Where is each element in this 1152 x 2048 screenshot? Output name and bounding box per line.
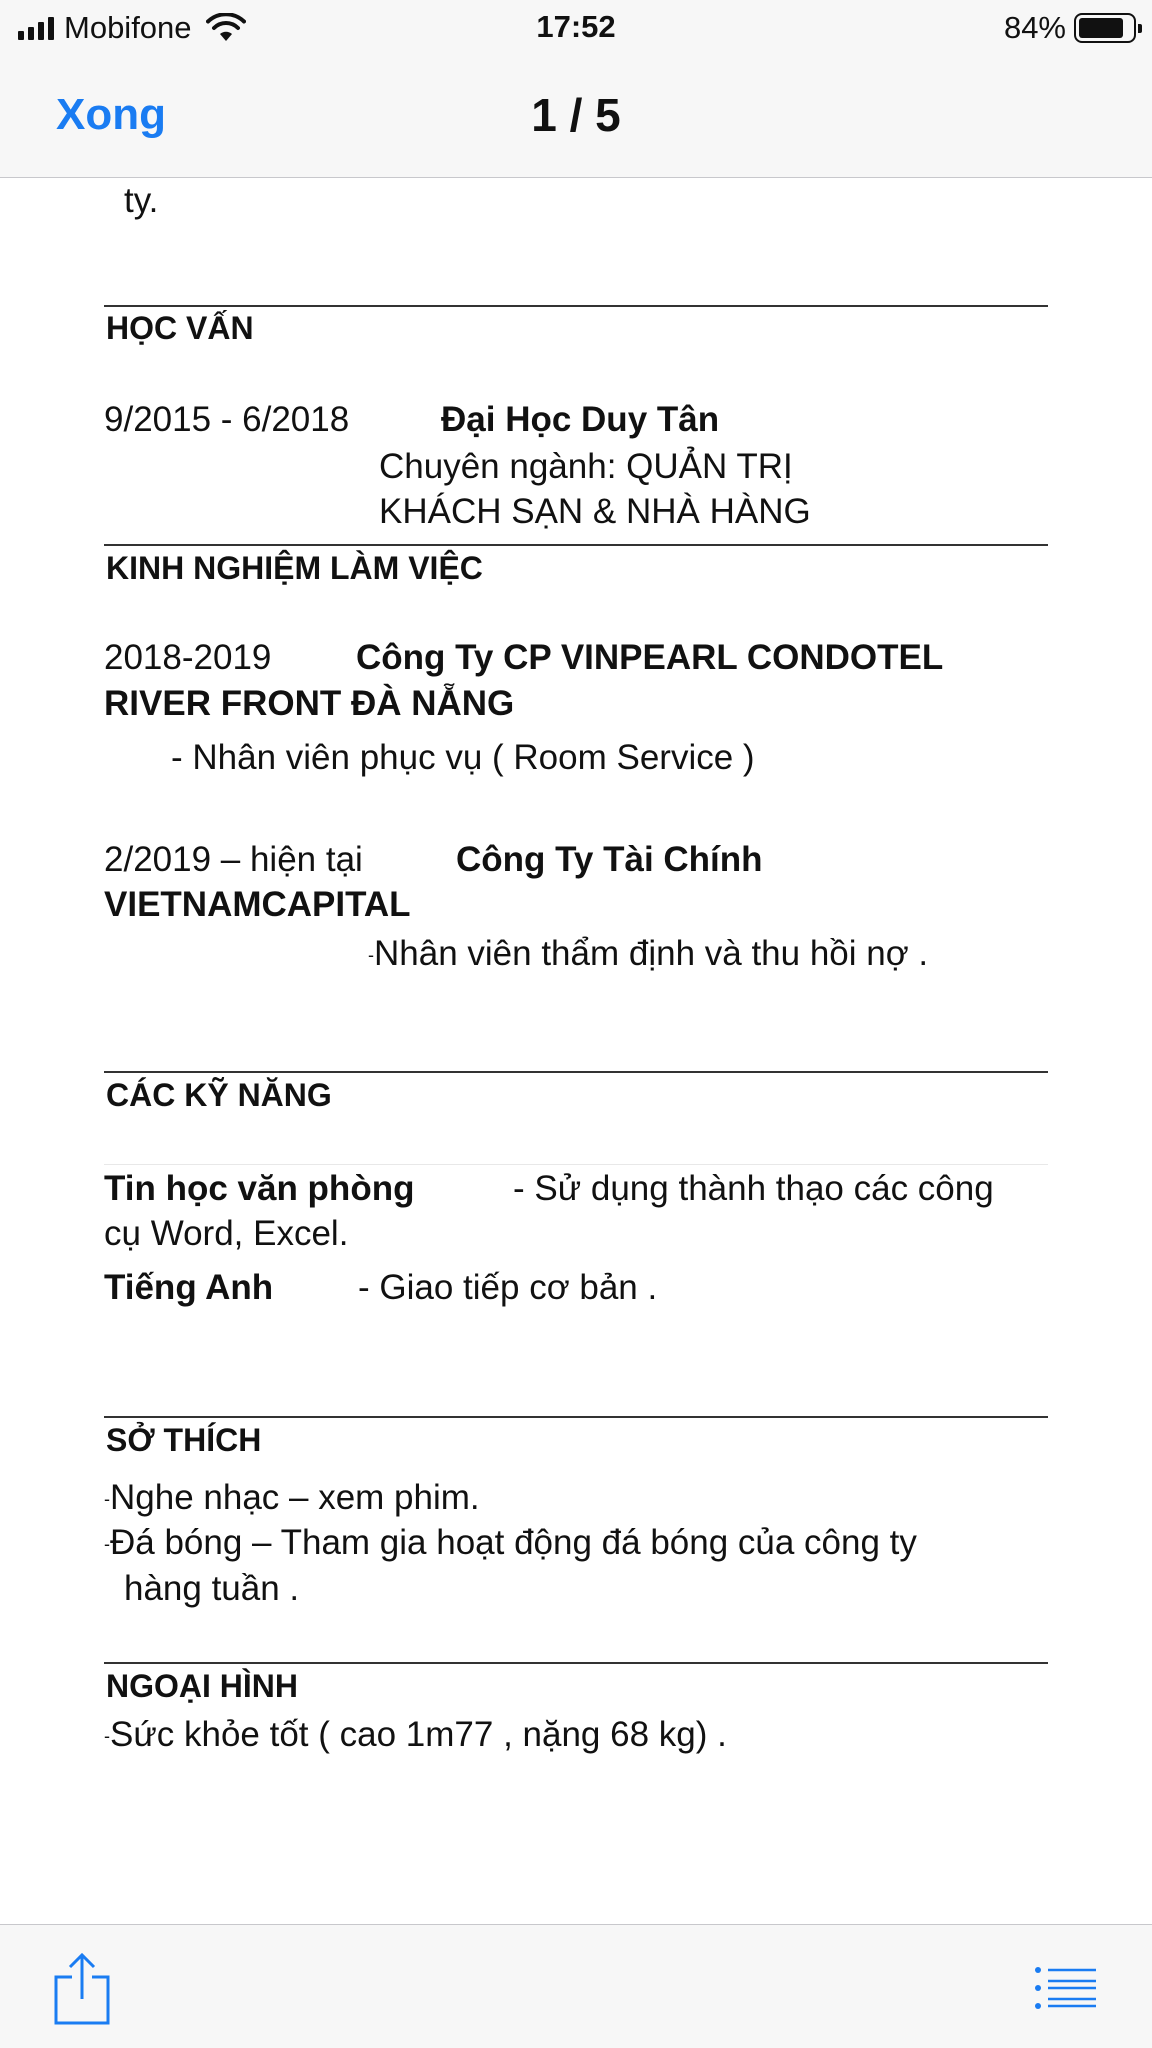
- job-1-company-line2: RIVER FRONT ĐÀ NẴNG: [104, 684, 515, 723]
- battery-icon: [1074, 13, 1142, 43]
- skill-1-desc-line1: - Sử dụng thành thạo các công: [513, 1169, 994, 1208]
- job-1-company-line1: Công Ty CP VINPEARL CONDOTEL: [356, 638, 944, 677]
- section-divider: [104, 1662, 1048, 1664]
- section-divider: [104, 544, 1048, 546]
- top-fragment-text: ty.: [124, 181, 159, 220]
- battery-level-fill: [1079, 18, 1123, 38]
- appearance-item: -Sức khỏe tốt ( cao 1m77 , nặng 68 kg) .: [104, 1715, 727, 1755]
- job-2-role-text: Nhân viên thẩm định và thu hồi nợ .: [374, 934, 929, 973]
- appearance-item-text: Sức khỏe tốt ( cao 1m77 , nặng 68 kg) .: [110, 1715, 727, 1754]
- page-indicator: 1 / 5: [531, 89, 621, 141]
- skill-1-desc-line2: cụ Word, Excel.: [104, 1214, 349, 1253]
- document-page[interactable]: ty. HỌC VẤN 9/2015 - 6/2018 Đại Học Duy …: [0, 179, 1152, 1924]
- job-2-company-line1: Công Ty Tài Chính: [456, 840, 763, 879]
- job-2-company-line2: VIETNAMCAPITAL: [104, 885, 411, 924]
- status-bar: Mobifone 17:52 84%: [0, 0, 1152, 58]
- section-divider: [104, 1416, 1048, 1418]
- education-major-line1: Chuyên ngành: QUẢN TRỊ: [379, 447, 793, 486]
- experience-heading: KINH NGHIỆM LÀM VIỆC: [106, 550, 483, 586]
- section-divider: [104, 1071, 1048, 1073]
- list-icon[interactable]: [1034, 1965, 1098, 2011]
- table-border: [104, 1164, 1048, 1165]
- education-period: 9/2015 - 6/2018: [104, 400, 350, 439]
- skill-2-desc: - Giao tiếp cơ bản .: [358, 1268, 658, 1307]
- skill-1-name: Tin học văn phòng: [104, 1169, 415, 1208]
- appearance-heading: NGOẠI HÌNH: [106, 1668, 298, 1704]
- navigation-bar: Xong 1 / 5: [0, 58, 1152, 178]
- section-divider: [104, 305, 1048, 307]
- hobbies-heading: SỞ THÍCH: [106, 1422, 262, 1458]
- hobby-1: -Nghe nhạc – xem phim.: [104, 1478, 480, 1518]
- job-2-period: 2/2019 – hiện tại: [104, 840, 363, 879]
- status-right: 84%: [1003, 10, 1142, 46]
- bottom-toolbar: [0, 1924, 1152, 2048]
- hobby-2-text: Đá bóng – Tham gia hoạt động đá bóng của…: [110, 1523, 917, 1562]
- education-major-line2: KHÁCH SẠN & NHÀ HÀNG: [379, 492, 811, 531]
- hobby-2: -Đá bóng – Tham gia hoạt động đá bóng củ…: [104, 1523, 917, 1563]
- job-2-role: -Nhân viên thẩm định và thu hồi nợ .: [368, 934, 929, 974]
- battery-percent: 84%: [1003, 10, 1066, 45]
- education-heading: HỌC VẤN: [106, 310, 254, 346]
- hobby-1-text: Nghe nhạc – xem phim.: [110, 1478, 480, 1517]
- share-icon[interactable]: [52, 1951, 112, 2027]
- skills-heading: CÁC KỸ NĂNG: [106, 1077, 332, 1113]
- job-1-role: - Nhân viên phục vụ ( Room Service ): [171, 738, 755, 777]
- status-time: 17:52: [536, 9, 616, 44]
- hobby-2-line2: hàng tuần .: [124, 1569, 300, 1608]
- skill-2-name: Tiếng Anh: [104, 1268, 274, 1307]
- job-1-period: 2018-2019: [104, 638, 272, 677]
- education-school: Đại Học Duy Tân: [441, 400, 720, 439]
